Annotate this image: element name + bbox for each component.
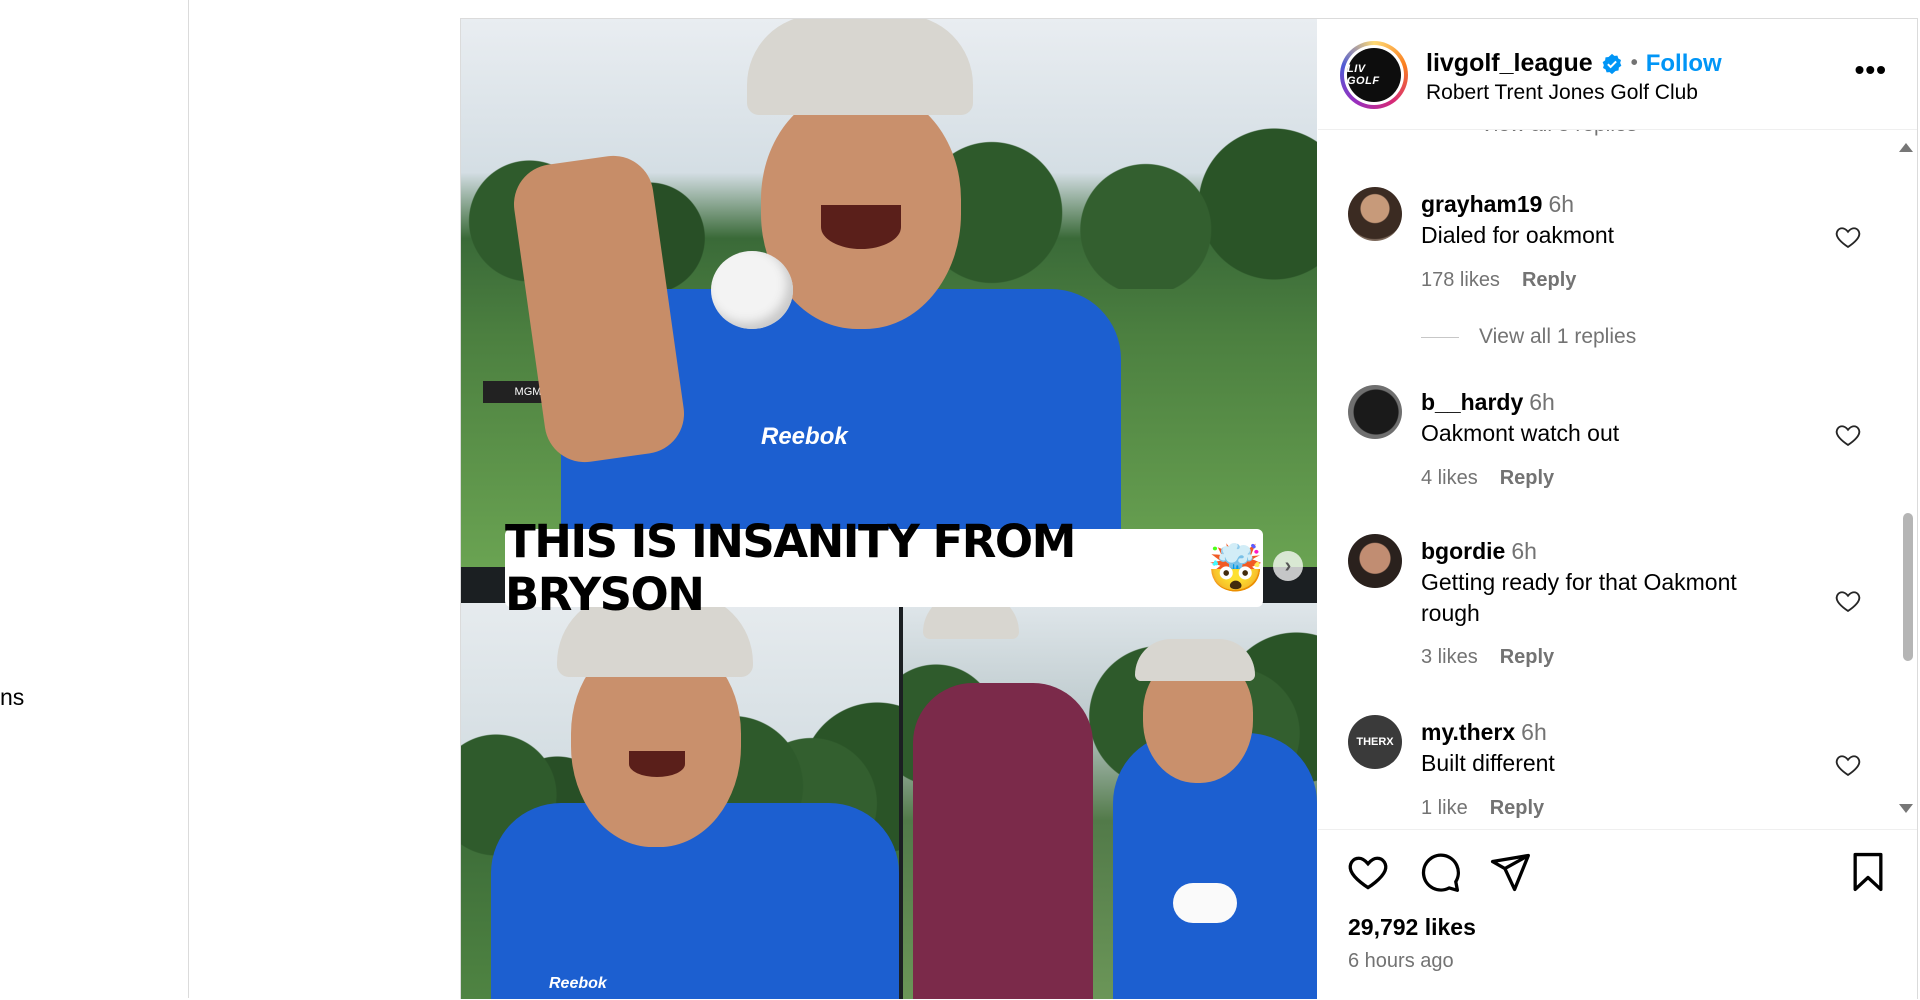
comment-meta: 4 likes Reply — [1421, 467, 1576, 490]
heart-icon[interactable] — [1834, 751, 1862, 779]
shirt-brand-bl: Reebok — [549, 975, 607, 992]
post-media[interactable]: MGM Reebok Reebok THIS IS INSANITY FROM … — [461, 19, 1317, 999]
comments-list[interactable]: View all 3 replies grayham196h Dialed fo… — [1318, 129, 1917, 829]
comment-meta: 3 likes Reply — [1421, 646, 1576, 669]
livgolf-logo-icon: LIV GOLF — [1347, 48, 1401, 102]
shirt-brand: Reebok — [761, 423, 848, 450]
comment-time: 6h — [1529, 389, 1555, 415]
comment-text: Oakmont watch out — [1421, 420, 1620, 446]
post-dialog: MGM Reebok Reebok THIS IS INSANITY FROM … — [460, 18, 1918, 999]
comment-text: Dialed for oakmont — [1421, 222, 1615, 248]
comment-likes[interactable]: 1 like — [1421, 797, 1468, 819]
follow-button[interactable]: Follow — [1646, 50, 1722, 78]
post-time: 6 hours ago — [1348, 950, 1454, 972]
scroll-up-icon[interactable] — [1899, 143, 1913, 152]
header-user-row: livgolf_league • Follow — [1426, 49, 1722, 78]
comment-time: 6h — [1548, 191, 1575, 217]
verified-icon — [1602, 53, 1622, 74]
avatar[interactable]: THERX — [1348, 715, 1402, 769]
scroll-down-icon[interactable] — [1899, 804, 1913, 813]
heart-icon[interactable] — [1834, 587, 1862, 615]
caption-overlay: THIS IS INSANITY FROM BRYSON 🤯 — [505, 515, 1264, 621]
reply-button[interactable]: Reply — [1500, 467, 1554, 489]
heart-icon[interactable] — [1834, 223, 1862, 251]
chevron-right-icon[interactable]: › — [1273, 551, 1303, 581]
exploding-head-icon: 🤯 — [1207, 540, 1264, 595]
comment-username[interactable]: grayham19 6h — [1421, 191, 1574, 218]
post-actions: 29,792 likes 6 hours ago — [1318, 829, 1917, 1000]
left-sidebar: ns — [0, 0, 189, 998]
separator-dot: • — [1630, 52, 1638, 74]
view-replies-button[interactable]: View all 1 replies — [1421, 325, 1636, 349]
comment-likes[interactable]: 178 likes — [1421, 269, 1500, 291]
view-replies-clipped[interactable]: View all 3 replies — [1480, 129, 1637, 137]
reply-button[interactable]: Reply — [1522, 269, 1576, 291]
username-link[interactable]: livgolf_league — [1426, 49, 1593, 78]
comment-time: 6h — [1511, 538, 1537, 564]
avatar[interactable]: LIV GOLF — [1340, 41, 1408, 109]
media-frame-top: MGM Reebok — [461, 19, 1317, 567]
avatar[interactable] — [1348, 534, 1402, 588]
post-header: LIV GOLF livgolf_league • Follow Robert … — [1318, 19, 1917, 130]
post-side-panel: LIV GOLF livgolf_league • Follow Robert … — [1318, 19, 1917, 999]
media-frame-bottom-left: Reebok — [461, 603, 899, 999]
heart-icon[interactable] — [1834, 421, 1862, 449]
comment-likes[interactable]: 4 likes — [1421, 467, 1478, 489]
caption-text: THIS IS INSANITY FROM BRYSON — [505, 515, 1076, 621]
comment-username[interactable]: my.therx 6h — [1421, 719, 1547, 746]
comment-text: Getting ready for that Oakmont rough — [1421, 569, 1737, 626]
comment-meta: 1 like Reply — [1421, 797, 1566, 820]
sidebar-item-label-cut[interactable]: ns — [0, 684, 24, 711]
reply-button[interactable]: Reply — [1500, 646, 1554, 668]
likes-count[interactable]: 29,792 likes — [1348, 914, 1476, 941]
scroll-thumb[interactable] — [1903, 513, 1913, 661]
media-frame-bottom-right — [903, 603, 1317, 999]
avatar[interactable] — [1348, 187, 1402, 241]
avatar[interactable] — [1348, 385, 1402, 439]
location-link[interactable]: Robert Trent Jones Golf Club — [1426, 81, 1698, 105]
comment-username[interactable]: b__hardy 6h — [1421, 389, 1555, 416]
share-icon[interactable] — [1488, 850, 1532, 894]
reply-button[interactable]: Reply — [1490, 797, 1544, 819]
comment-meta: 178 likes Reply — [1421, 269, 1598, 292]
comments-scrollbar[interactable] — [1899, 129, 1917, 829]
comment-time: 6h — [1521, 719, 1547, 745]
comment-icon[interactable] — [1418, 850, 1462, 894]
comment-text: Built different — [1421, 750, 1555, 776]
comment-likes[interactable]: 3 likes — [1421, 646, 1478, 668]
more-icon[interactable]: ••• — [1855, 56, 1887, 84]
comment-username[interactable]: bgordie 6h — [1421, 538, 1537, 565]
heart-icon[interactable] — [1346, 850, 1390, 894]
bookmark-icon[interactable] — [1846, 850, 1890, 894]
